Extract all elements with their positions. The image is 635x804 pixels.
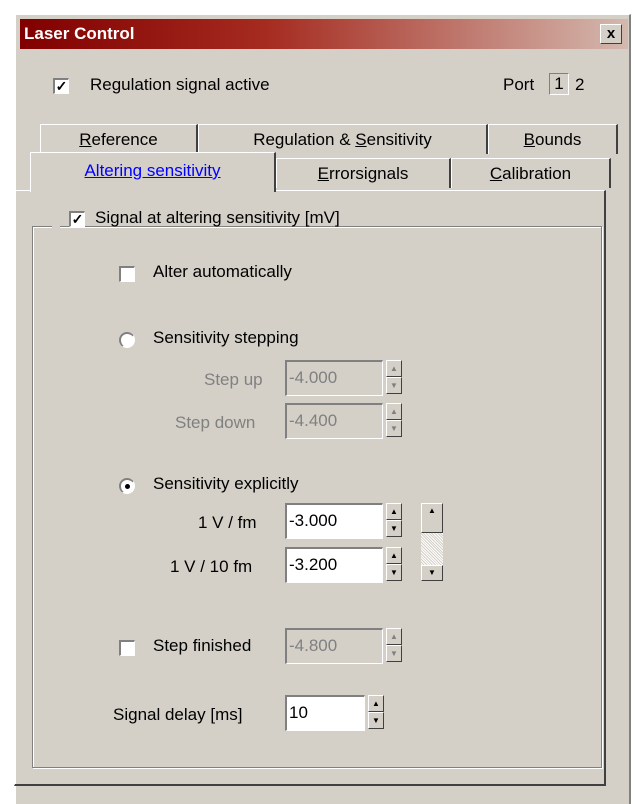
fm10-spin-up[interactable]: ▲ (386, 547, 402, 564)
tab-regulation-accel: S (355, 130, 367, 149)
tab-calibration[interactable]: Calibration (451, 158, 611, 188)
tab-errorsignals[interactable]: Errorsignals (276, 158, 451, 188)
fm10-field[interactable]: -3.200 (285, 547, 383, 583)
tab-regulation-sensitivity[interactable]: Regulation & Sensitivity (198, 124, 488, 154)
step-down-field[interactable]: -4.400 (285, 403, 383, 439)
tab-calibration-accel: C (489, 164, 503, 183)
signal-delay-spin-down[interactable]: ▼ (368, 712, 384, 729)
step-down-spinner[interactable]: ▲ ▼ (386, 403, 402, 437)
tab-errorsignals-text: rrorsignals (328, 164, 409, 183)
tab-regulation-text: ensitivity (366, 130, 432, 149)
tab-errorsignals-accel: E (317, 164, 329, 183)
tab-bounds[interactable]: Bounds (488, 124, 618, 154)
regulation-signal-label: Regulation signal active (90, 75, 270, 94)
signal-delay-spin-up[interactable]: ▲ (368, 695, 384, 712)
fm1-spin-down[interactable]: ▼ (386, 520, 402, 537)
fm1-label: 1 V / fm (198, 513, 257, 532)
step-up-label: Step up (204, 370, 263, 389)
signal-altering-group (32, 226, 602, 768)
tab-reference[interactable]: Reference (40, 124, 198, 154)
port-label: Port (503, 75, 535, 94)
tab-regulation-pre: Regulation & (253, 130, 356, 149)
fm1-field[interactable]: -3.000 (285, 503, 383, 539)
title-bar[interactable]: Laser Control x (20, 19, 628, 49)
fm10-spin-down[interactable]: ▼ (386, 564, 402, 581)
alter-automatically-label: Alter automatically (153, 262, 292, 281)
window-title: Laser Control (24, 24, 135, 43)
step-finished-spin-down[interactable]: ▼ (386, 645, 402, 662)
linked-scroll-up[interactable]: ▲ (421, 503, 443, 533)
step-up-spin-down[interactable]: ▼ (386, 377, 402, 394)
tab-reference-accel: R (79, 130, 92, 149)
regulation-signal-checkbox[interactable]: ✓ (53, 78, 69, 94)
tab-bounds-text: ounds (535, 130, 582, 149)
tab-calibration-text: alibration (502, 164, 572, 183)
step-up-field[interactable]: -4.000 (285, 360, 383, 396)
linked-scrollbar[interactable]: ▲ ▼ (421, 503, 443, 581)
step-finished-checkbox[interactable] (119, 640, 135, 656)
port-2-button[interactable]: 2 (575, 75, 584, 95)
port-1-button[interactable]: 1 (549, 73, 569, 95)
step-finished-field[interactable]: -4.800 (285, 628, 383, 664)
fm10-label: 1 V / 10 fm (170, 557, 253, 576)
step-finished-spinner[interactable]: ▲ ▼ (386, 628, 402, 662)
close-button[interactable]: x (600, 24, 622, 44)
tab-altering-sensitivity[interactable]: Altering sensitivity (30, 152, 276, 192)
sensitivity-explicitly-label: Sensitivity explicitly (153, 474, 299, 493)
step-finished-label: Step finished (153, 636, 252, 655)
tab-altering-sensitivity-label: Altering sensitivity (84, 161, 221, 180)
step-up-spin-up[interactable]: ▲ (386, 360, 402, 377)
step-down-label: Step down (175, 413, 256, 432)
alter-automatically-checkbox[interactable] (119, 266, 135, 282)
sensitivity-explicitly-radio[interactable] (119, 478, 135, 494)
signal-delay-field[interactable]: 10 (285, 695, 365, 731)
fm1-spin-up[interactable]: ▲ (386, 503, 402, 520)
signal-delay-spinner[interactable]: ▲ ▼ (368, 695, 384, 729)
step-finished-spin-up[interactable]: ▲ (386, 628, 402, 645)
tab-reference-text: eference (91, 130, 158, 149)
signal-altering-label: Signal at altering sensitivity [mV] (95, 208, 340, 227)
signal-altering-checkbox[interactable]: ✓ (69, 211, 85, 227)
step-down-spin-up[interactable]: ▲ (386, 403, 402, 420)
sensitivity-stepping-label: Sensitivity stepping (153, 328, 299, 347)
step-down-spin-down[interactable]: ▼ (386, 420, 402, 437)
signal-delay-label: Signal delay [ms] (113, 705, 243, 724)
sensitivity-stepping-radio[interactable] (119, 332, 135, 348)
tab-bounds-accel: B (523, 130, 535, 149)
step-up-spinner[interactable]: ▲ ▼ (386, 360, 402, 394)
linked-scroll-down[interactable]: ▼ (421, 565, 443, 581)
fm1-spinner[interactable]: ▲ ▼ (386, 503, 402, 537)
fm10-spinner[interactable]: ▲ ▼ (386, 547, 402, 581)
group-legend: ✓ Signal at altering sensitivity [mV] (52, 205, 340, 233)
